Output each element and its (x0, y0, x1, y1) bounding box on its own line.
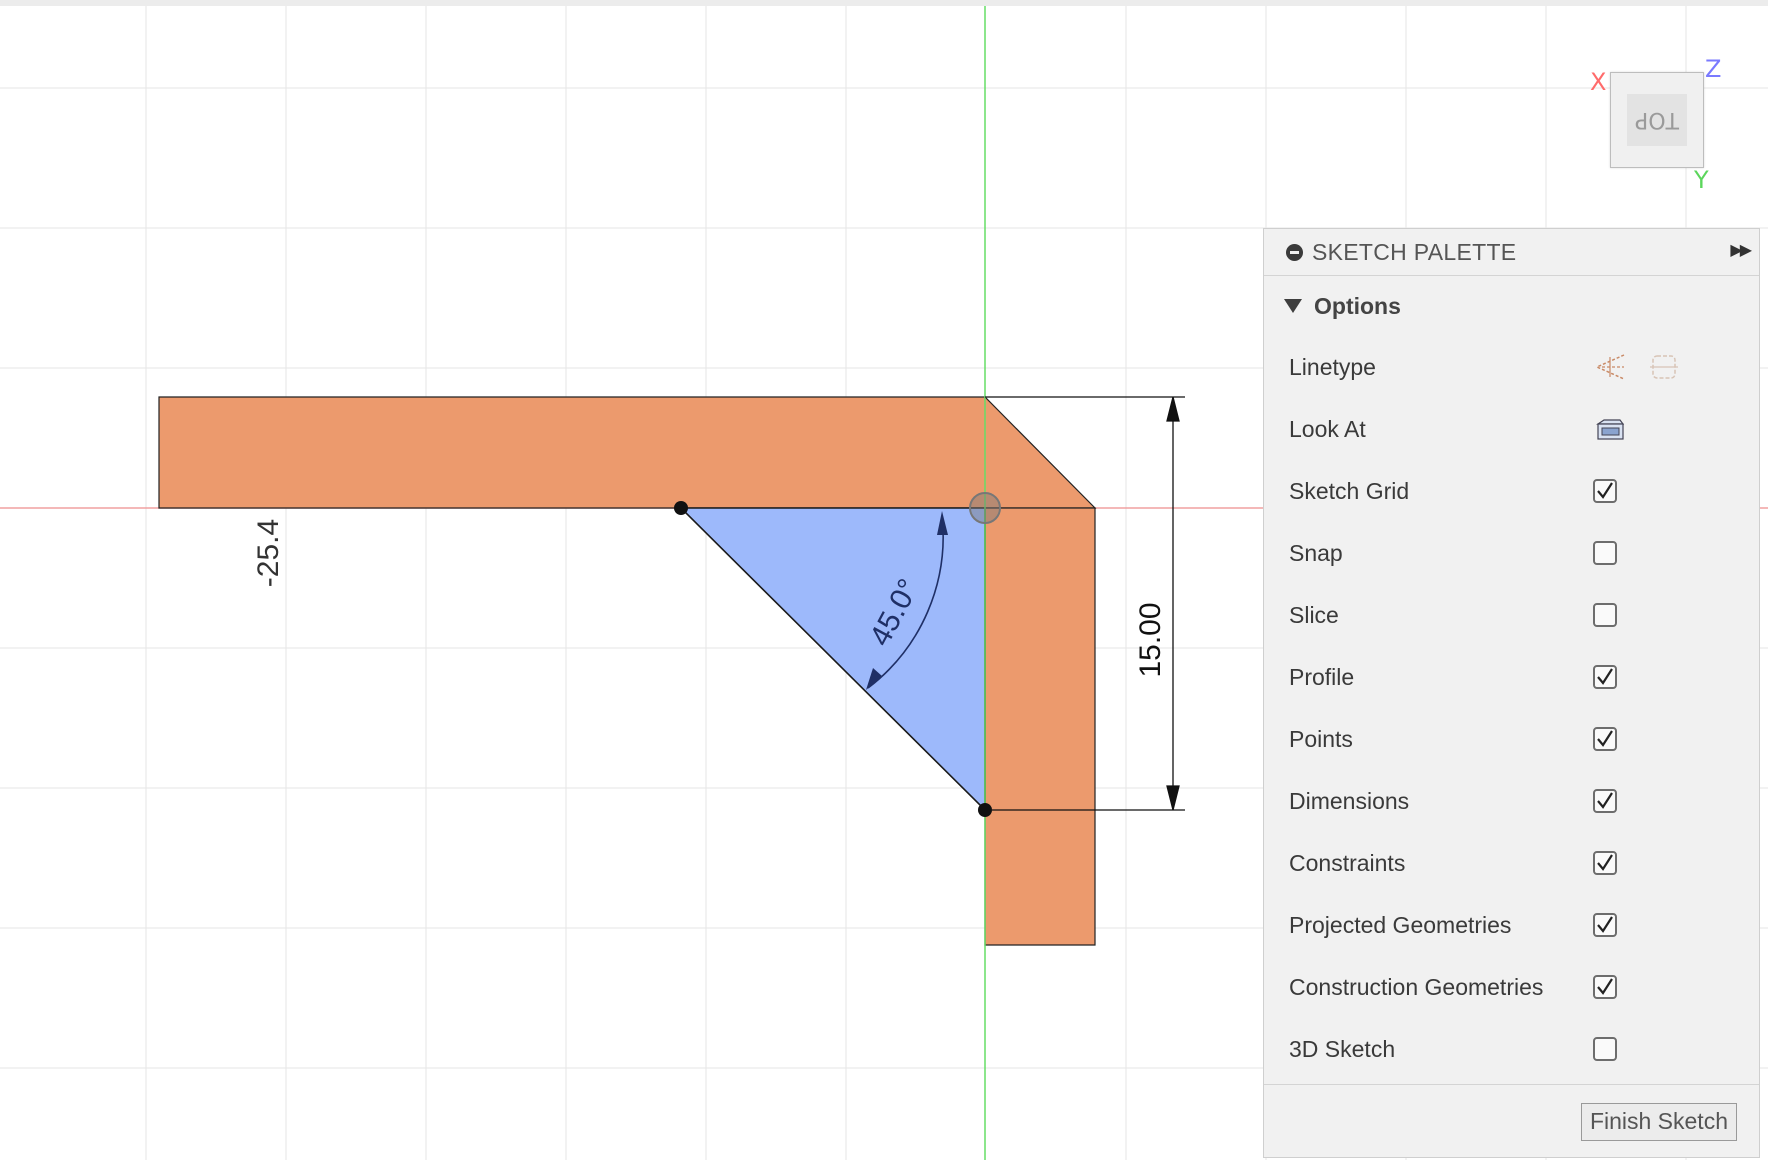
option-row-dimensions: Dimensions (1264, 770, 1759, 832)
view-cube[interactable]: X Z TOP Y (1590, 55, 1721, 200)
palette-footer: Finish Sketch (1264, 1084, 1759, 1157)
sketch-profile-right[interactable] (984, 507, 1096, 946)
options-section-title: Options (1314, 292, 1401, 319)
x-axis-label: X (1590, 68, 1607, 96)
option-label: 3D Sketch (1289, 1035, 1396, 1062)
construction-geometries-checkbox[interactable] (1593, 975, 1617, 999)
top-bar (0, 0, 1768, 6)
view-cube-top-face[interactable]: TOP (1627, 94, 1687, 146)
minus-circle-icon[interactable] (1286, 243, 1303, 261)
option-label: Look At (1289, 415, 1366, 442)
vertical-dimension-text[interactable]: 15.00 (1134, 602, 1167, 677)
look-at-icon[interactable] (1593, 412, 1627, 446)
slice-checkbox[interactable] (1593, 603, 1617, 627)
selected-triangle-profile[interactable] (679, 507, 986, 812)
option-label: Dimensions (1289, 787, 1410, 814)
option-label: Profile (1289, 663, 1355, 690)
option-row-points: Points (1264, 708, 1759, 770)
option-row-profile: Profile (1264, 646, 1759, 708)
options-list: Linetype Look At Sketch Grid Snap Slice … (1264, 336, 1759, 1080)
projected-geometries-checkbox[interactable] (1593, 913, 1617, 937)
option-row-construction-geometries: Construction Geometries (1264, 956, 1759, 1018)
construction-line-icon[interactable] (1593, 350, 1627, 384)
sketch-grid-checkbox[interactable] (1593, 479, 1617, 503)
profile-checkbox[interactable] (1593, 665, 1617, 689)
palette-title: SKETCH PALETTE (1312, 238, 1517, 265)
triangle-down-icon[interactable] (1284, 299, 1302, 313)
double-arrow-right-icon[interactable]: ▶▶ (1730, 240, 1752, 260)
sketch-point[interactable] (978, 803, 992, 817)
option-label: Projected Geometries (1289, 911, 1512, 938)
y-axis-label: Y (1694, 166, 1709, 194)
dimensions-checkbox[interactable] (1593, 789, 1617, 813)
sketch-profile-top[interactable] (158, 396, 1097, 509)
option-label: Points (1289, 725, 1353, 752)
sketch-palette: SKETCH PALETTE ▶▶ Options Linetype Look … (1263, 228, 1760, 1158)
option-row-sketch-grid: Sketch Grid (1264, 460, 1759, 522)
option-row-look-at: Look At (1264, 398, 1759, 460)
option-row-3d-sketch: 3D Sketch (1264, 1018, 1759, 1080)
option-label: Construction Geometries (1289, 973, 1544, 1000)
finish-sketch-button[interactable]: Finish Sketch (1580, 1103, 1737, 1141)
option-label: Linetype (1289, 353, 1376, 380)
option-row-linetype: Linetype (1264, 336, 1759, 398)
constraints-checkbox[interactable] (1593, 851, 1617, 875)
points-checkbox[interactable] (1593, 727, 1617, 751)
option-row-constraints: Constraints (1264, 832, 1759, 894)
sketch-point[interactable] (674, 501, 688, 515)
view-cube-box[interactable]: TOP (1610, 72, 1704, 168)
option-row-projected-geometries: Projected Geometries (1264, 894, 1759, 956)
palette-header[interactable]: SKETCH PALETTE ▶▶ (1264, 229, 1759, 276)
sketch-origin-point[interactable] (969, 492, 1001, 524)
option-row-slice: Slice (1264, 584, 1759, 646)
option-label: Slice (1289, 601, 1339, 628)
option-row-snap: Snap (1264, 522, 1759, 584)
z-axis-label: Z (1705, 55, 1722, 83)
options-section-header[interactable]: Options (1264, 276, 1759, 336)
centerline-icon[interactable] (1647, 350, 1681, 384)
snap-checkbox[interactable] (1593, 541, 1617, 565)
option-label: Snap (1289, 539, 1343, 566)
option-label: Sketch Grid (1289, 477, 1410, 504)
option-label: Constraints (1289, 849, 1406, 876)
3d-sketch-checkbox[interactable] (1593, 1037, 1617, 1061)
horizontal-dimension-text[interactable]: -25.4 (252, 519, 285, 587)
